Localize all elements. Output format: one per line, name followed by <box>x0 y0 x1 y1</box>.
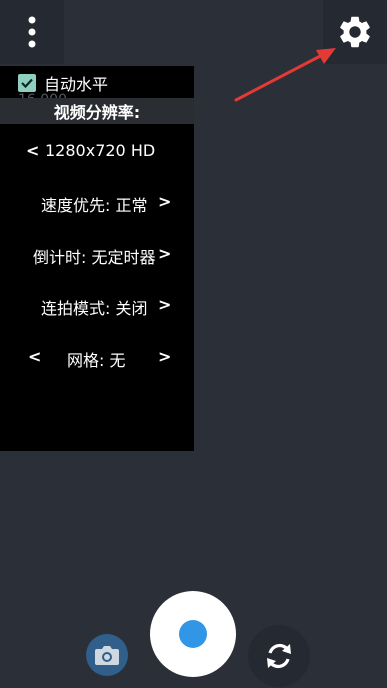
more-options-button[interactable] <box>14 12 50 52</box>
speed-priority-label: 速度优先: 正常 <box>41 196 148 215</box>
gear-icon <box>340 16 370 48</box>
record-icon <box>179 620 207 648</box>
settings-popup-panel: 16.000 自动水平 视频分辨率: < 1280x720 HD 速度优先: 正… <box>0 66 194 451</box>
grid-label: 网格: 无 <box>67 351 126 370</box>
record-button[interactable] <box>150 591 236 677</box>
check-icon <box>21 78 33 89</box>
timer-label: 倒计时: 无定时器 <box>33 248 156 267</box>
speed-next-arrow[interactable]: > <box>158 192 171 211</box>
take-photo-button[interactable] <box>86 634 128 676</box>
auto-level-label: 自动水平 <box>44 75 109 94</box>
burst-mode-label: 连拍模式: 关闭 <box>41 299 148 318</box>
grid-prev-arrow[interactable]: < <box>28 347 41 366</box>
camera-icon <box>95 646 119 665</box>
auto-level-checkbox[interactable] <box>18 74 36 92</box>
resolution-prev-arrow[interactable]: < <box>26 141 39 160</box>
timer-next-arrow[interactable]: > <box>158 244 171 263</box>
auto-level-option[interactable]: 自动水平 <box>18 72 108 94</box>
switch-camera-icon <box>267 643 291 669</box>
burst-next-arrow[interactable]: > <box>158 295 171 314</box>
resolution-value: 1280x720 HD <box>45 141 156 160</box>
switch-camera-button[interactable] <box>248 625 310 687</box>
annotation-arrow <box>234 48 336 102</box>
more-vert-icon <box>28 16 36 48</box>
resolution-title: 视频分辨率: <box>0 98 194 124</box>
grid-next-arrow[interactable]: > <box>158 347 171 366</box>
